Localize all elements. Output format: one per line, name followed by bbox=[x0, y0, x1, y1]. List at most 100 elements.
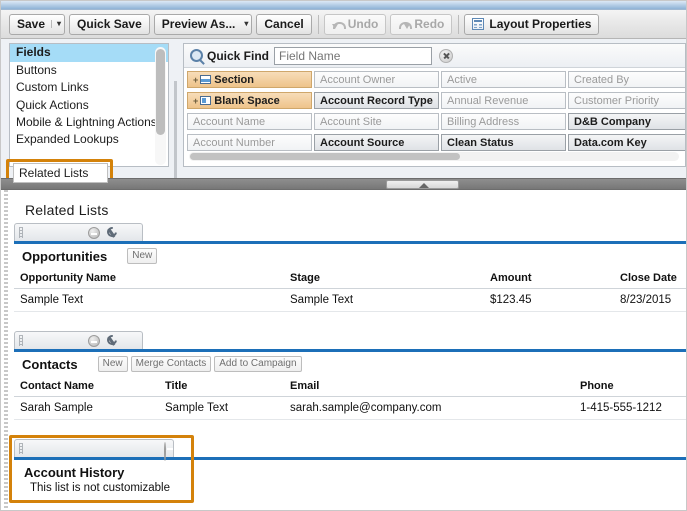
quick-find-label: Quick Find bbox=[207, 48, 270, 63]
field-item[interactable]: Clean Status bbox=[441, 134, 566, 151]
sidebar-item-label: Mobile & Lightning Actions bbox=[16, 115, 157, 129]
new-button[interactable]: New bbox=[97, 356, 128, 372]
layout-properties-button[interactable]: Layout Properties bbox=[464, 13, 600, 35]
drag-grip-icon[interactable] bbox=[19, 443, 23, 454]
quick-save-button[interactable]: Quick Save bbox=[69, 13, 150, 35]
cancel-button[interactable]: Cancel bbox=[256, 13, 312, 35]
sidebar-item-label: Expanded Lookups bbox=[16, 132, 119, 146]
palette-category-list: Fields Buttons Custom Links Quick Action… bbox=[10, 44, 168, 149]
related-list-tab[interactable] bbox=[14, 331, 143, 349]
palette-item-section[interactable]: + Section bbox=[187, 71, 312, 88]
remove-icon[interactable] bbox=[88, 227, 100, 239]
redo-button-label: Redo bbox=[414, 17, 445, 31]
sidebar-item-custom-links[interactable]: Custom Links bbox=[10, 79, 168, 97]
table-cell: Sample Text bbox=[14, 288, 284, 312]
field-label: Account Owner bbox=[320, 73, 396, 86]
palette-item-label: Blank Space bbox=[214, 94, 280, 107]
palette-category-sidebar: Fields Buttons Custom Links Quick Action… bbox=[9, 43, 169, 167]
field-item[interactable]: Account Name bbox=[187, 113, 312, 130]
undo-icon bbox=[331, 19, 346, 30]
new-button[interactable]: New bbox=[127, 248, 158, 264]
remove-icon[interactable] bbox=[164, 442, 166, 461]
table-cell: 8/23/2015 bbox=[614, 288, 686, 312]
field-label: Account Number bbox=[193, 136, 275, 149]
sidebar-scrollbar[interactable] bbox=[155, 47, 166, 165]
quick-find-input[interactable] bbox=[274, 46, 433, 65]
related-list-tab[interactable] bbox=[14, 223, 143, 241]
field-item[interactable]: Customer Priority bbox=[568, 92, 685, 109]
field-label: Customer Priority bbox=[574, 94, 659, 107]
wrench-icon[interactable] bbox=[106, 335, 118, 347]
not-customizable-note: This list is not customizable bbox=[30, 482, 170, 494]
sidebar-item-label: Custom Links bbox=[16, 80, 89, 94]
field-item[interactable]: Created By bbox=[568, 71, 685, 88]
drag-grip-icon[interactable] bbox=[19, 335, 23, 346]
related-list-title: Account History bbox=[24, 465, 125, 480]
related-list-table: Contact Name Title Email Phone Sarah Sam… bbox=[14, 376, 686, 420]
sidebar-item-label: Fields bbox=[16, 45, 51, 59]
related-list-title: Contacts bbox=[22, 356, 78, 372]
chevron-down-icon[interactable]: ▾ bbox=[51, 20, 61, 28]
canvas-left-rail bbox=[4, 190, 8, 510]
related-list-header: Contacts New Merge Contacts Add to Campa… bbox=[14, 352, 686, 376]
field-item[interactable]: Account Owner bbox=[314, 71, 439, 88]
field-item[interactable]: Billing Address bbox=[441, 113, 566, 130]
related-list-actions: New Merge Contacts Add to Campaign bbox=[97, 356, 302, 372]
blank-space-icon bbox=[200, 96, 212, 105]
collapse-palette-handle[interactable] bbox=[386, 180, 459, 189]
preview-as-button[interactable]: Preview As... ▾ bbox=[153, 13, 253, 35]
sidebar-item-fields[interactable]: Fields bbox=[10, 44, 168, 62]
palette-region: Fields Buttons Custom Links Quick Action… bbox=[1, 39, 686, 212]
field-item[interactable]: Data.com Key bbox=[568, 134, 685, 151]
add-to-campaign-button[interactable]: Add to Campaign bbox=[214, 356, 302, 372]
redo-button: Redo bbox=[390, 13, 453, 35]
layout-canvas: Related Lists Opportunities New Opportun… bbox=[1, 190, 686, 510]
related-list-tab-tools bbox=[88, 335, 118, 347]
sidebar-item-label: Related Lists bbox=[19, 166, 89, 180]
related-list-contacts: Contacts New Merge Contacts Add to Campa… bbox=[14, 331, 686, 420]
merge-contacts-button[interactable]: Merge Contacts bbox=[130, 356, 212, 372]
section-icon bbox=[200, 75, 212, 84]
field-item[interactable]: Annual Revenue bbox=[441, 92, 566, 109]
field-label: Clean Status bbox=[447, 136, 514, 149]
field-item[interactable]: D&B Company bbox=[568, 113, 685, 130]
field-item[interactable]: Account Site bbox=[314, 113, 439, 130]
palette-item-blank-space[interactable]: + Blank Space bbox=[187, 92, 312, 109]
field-item[interactable]: Account Record Type bbox=[314, 92, 439, 109]
clear-icon[interactable] bbox=[439, 48, 454, 63]
save-button[interactable]: Save ▾ bbox=[9, 13, 66, 35]
field-label: Account Record Type bbox=[320, 94, 433, 107]
related-list-table: Opportunity Name Stage Amount Close Date… bbox=[14, 268, 686, 312]
sidebar-item-label: Quick Actions bbox=[16, 97, 89, 112]
sidebar-item-buttons[interactable]: Buttons bbox=[10, 62, 168, 80]
layout-grid-icon bbox=[472, 18, 485, 30]
sidebar-item-expanded-lookups[interactable]: Expanded Lookups bbox=[10, 131, 168, 149]
related-list-tab-tools bbox=[164, 442, 166, 461]
column-header: Email bbox=[284, 376, 574, 397]
remove-icon[interactable] bbox=[88, 335, 100, 347]
field-item[interactable]: Account Source bbox=[314, 134, 439, 151]
sidebar-scrollbar-thumb[interactable] bbox=[156, 49, 165, 135]
table-cell: Sample Text bbox=[284, 288, 484, 312]
table-header-row: Contact Name Title Email Phone bbox=[14, 376, 686, 397]
field-palette: Quick Find + Section Account Owner Activ… bbox=[183, 43, 686, 167]
related-list-tab[interactable] bbox=[14, 439, 174, 461]
field-item[interactable]: Account Number bbox=[187, 134, 312, 151]
field-palette-scrollbar-thumb[interactable] bbox=[190, 153, 460, 160]
wrench-icon[interactable] bbox=[106, 227, 118, 239]
sidebar-item-quick-actions[interactable]: Quick Actions bbox=[10, 97, 168, 115]
table-row: Sarah Sample Sample Text sarah.sample@co… bbox=[14, 396, 686, 420]
drag-grip-icon[interactable] bbox=[19, 227, 23, 238]
column-header: Stage bbox=[284, 268, 484, 289]
chevron-down-icon[interactable]: ▾ bbox=[241, 20, 248, 28]
sidebar-item-related-lists[interactable]: Related Lists bbox=[13, 163, 108, 183]
field-palette-scrollbar[interactable] bbox=[189, 152, 679, 161]
quick-save-button-label: Quick Save bbox=[77, 17, 142, 31]
sidebar-item-mobile-lightning-actions[interactable]: Mobile & Lightning Actions bbox=[10, 114, 168, 131]
editor-toolbar: Save ▾ Quick Save Preview As... ▾ Cancel… bbox=[1, 10, 686, 39]
quick-find-bar: Quick Find bbox=[184, 44, 685, 68]
field-item[interactable]: Active bbox=[441, 71, 566, 88]
related-list-account-history: Account History This list is not customi… bbox=[14, 439, 686, 500]
table-row: Sample Text Sample Text $123.45 8/23/201… bbox=[14, 288, 686, 312]
related-list-header: Opportunities New bbox=[14, 244, 686, 268]
